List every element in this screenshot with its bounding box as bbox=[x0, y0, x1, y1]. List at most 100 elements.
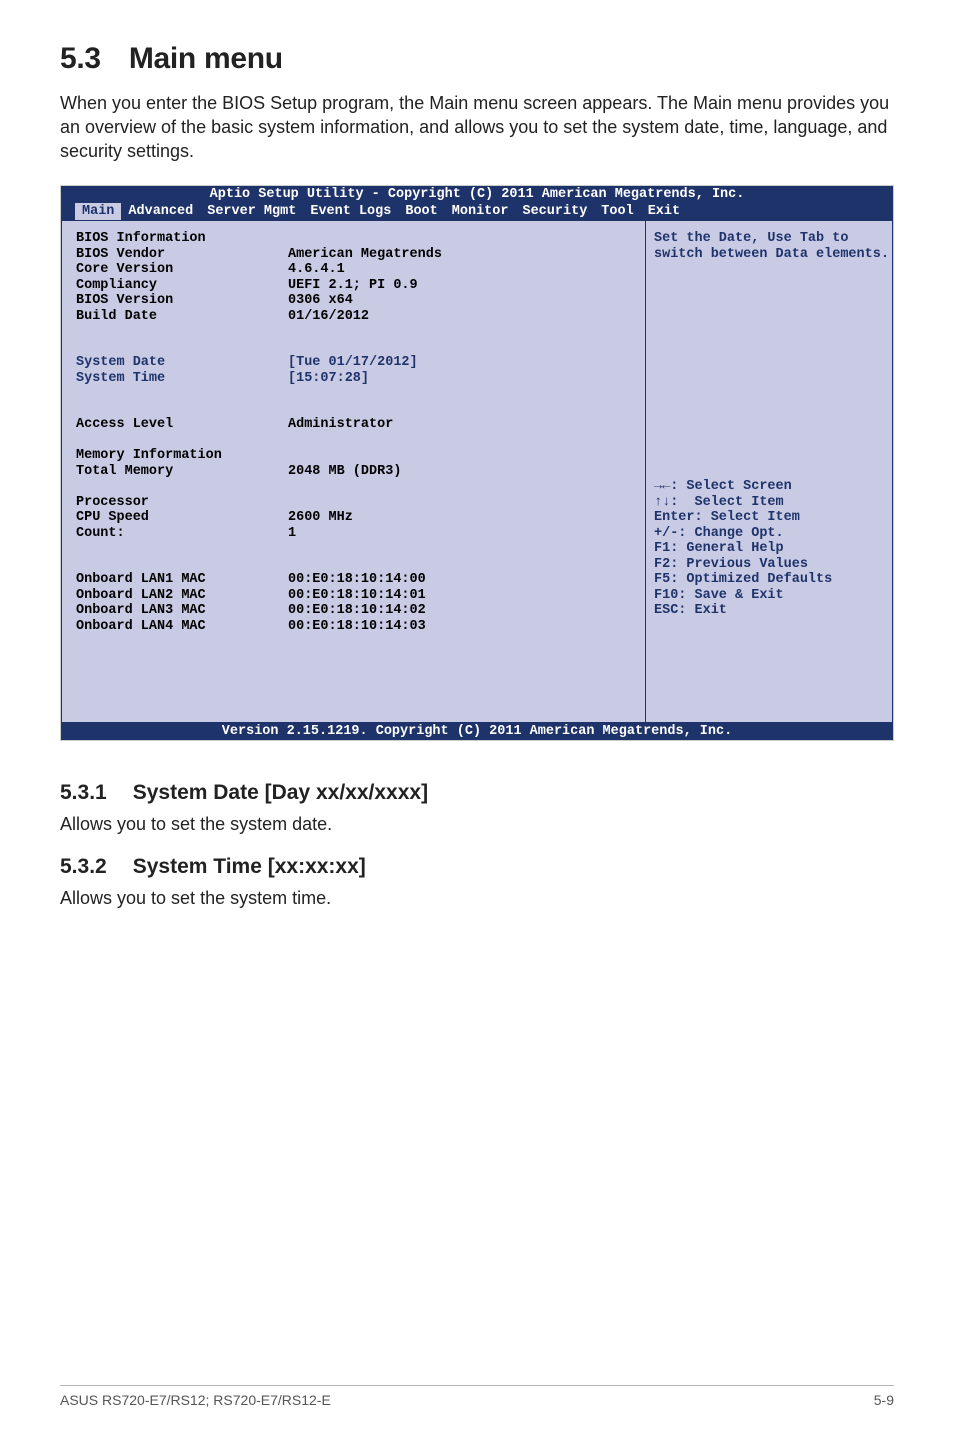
bios-value-row bbox=[288, 696, 635, 712]
bios-label-row bbox=[76, 479, 288, 495]
menu-item-advanced[interactable]: Advanced bbox=[121, 203, 200, 220]
menu-item-exit[interactable]: Exit bbox=[641, 203, 687, 220]
bios-label-row: Access Level bbox=[76, 417, 288, 433]
bios-value-row: 0306 x64 bbox=[288, 293, 635, 309]
subsection-number-2: 5.3.2 bbox=[60, 855, 107, 878]
bios-spacer bbox=[654, 278, 884, 294]
bios-label-row bbox=[76, 402, 288, 418]
bios-label-row: CPU Speed bbox=[76, 510, 288, 526]
bios-value-row: Administrator bbox=[288, 417, 635, 433]
bios-value-row: 00:E0:18:10:14:01 bbox=[288, 588, 635, 604]
bios-help-line: Set the Date, Use Tab to bbox=[654, 231, 884, 247]
bios-spacer bbox=[654, 433, 884, 449]
bios-spacer bbox=[654, 371, 884, 387]
menu-item-main[interactable]: Main bbox=[75, 203, 121, 220]
section-heading: 5.3Main menu bbox=[60, 42, 894, 76]
bios-value-row: 00:E0:18:10:14:00 bbox=[288, 572, 635, 588]
bios-label-row bbox=[76, 557, 288, 573]
bios-value-row: 00:E0:18:10:14:02 bbox=[288, 603, 635, 619]
bios-spacer bbox=[654, 293, 884, 309]
bios-value-row: 01/16/2012 bbox=[288, 309, 635, 325]
bios-label-row bbox=[76, 340, 288, 356]
bios-label-row bbox=[76, 634, 288, 650]
menu-item-security[interactable]: Security bbox=[515, 203, 594, 220]
bios-value-row bbox=[288, 665, 635, 681]
menu-item-tool[interactable]: Tool bbox=[594, 203, 640, 220]
bios-value-row bbox=[288, 634, 635, 650]
subsection-text-1: Allows you to set the system date. bbox=[60, 813, 894, 837]
bios-label-row: Memory Information bbox=[76, 448, 288, 464]
menu-item-server-mgmt[interactable]: Server Mgmt bbox=[200, 203, 303, 220]
bios-label-row: Total Memory bbox=[76, 464, 288, 480]
bios-label-row: Onboard LAN2 MAC bbox=[76, 588, 288, 604]
bios-label-row: Onboard LAN4 MAC bbox=[76, 619, 288, 635]
bios-value-row[interactable]: [15:07:28] bbox=[288, 371, 635, 387]
bios-value-row bbox=[288, 557, 635, 573]
menu-lead-space bbox=[61, 203, 75, 220]
bios-keyhelp-line: ESC: Exit bbox=[654, 603, 884, 619]
bios-value-row: 00:E0:18:10:14:03 bbox=[288, 619, 635, 635]
subsection-text-2: Allows you to set the system time. bbox=[60, 887, 894, 911]
bios-label-row bbox=[76, 541, 288, 557]
bios-label-row: Processor bbox=[76, 495, 288, 511]
bios-label-row: Build Date bbox=[76, 309, 288, 325]
bios-value-row bbox=[288, 650, 635, 666]
bios-label-row bbox=[76, 681, 288, 697]
footer-right: 5-9 bbox=[874, 1392, 894, 1408]
bios-value-row bbox=[288, 340, 635, 356]
bios-label-row bbox=[76, 696, 288, 712]
bios-label-row: Onboard LAN3 MAC bbox=[76, 603, 288, 619]
bios-value-row bbox=[288, 541, 635, 557]
bios-value-row bbox=[288, 681, 635, 697]
bios-keyhelp-line: +/-: Change Opt. bbox=[654, 526, 884, 542]
bios-value-row bbox=[288, 324, 635, 340]
bios-label-row: Onboard LAN1 MAC bbox=[76, 572, 288, 588]
bios-value-row: 2048 MB (DDR3) bbox=[288, 464, 635, 480]
bios-spacer bbox=[654, 355, 884, 371]
bios-keyhelp-line: ↑↓: Select Item bbox=[654, 495, 884, 511]
bios-value-row bbox=[288, 495, 635, 511]
bios-spacer bbox=[654, 309, 884, 325]
bios-spacer bbox=[654, 402, 884, 418]
bios-keyhelp-line: F1: General Help bbox=[654, 541, 884, 557]
bios-label-row bbox=[76, 386, 288, 402]
menu-item-boot[interactable]: Boot bbox=[398, 203, 444, 220]
bios-value-row: UEFI 2.1; PI 0.9 bbox=[288, 278, 635, 294]
bios-titlebar: Aptio Setup Utility - Copyright (C) 2011… bbox=[61, 186, 893, 203]
bios-spacer bbox=[654, 464, 884, 480]
bios-label-row: Compliancy bbox=[76, 278, 288, 294]
subsection-heading-1: 5.3.1 System Date [Day xx/xx/xxxx] bbox=[60, 781, 894, 805]
bios-label-row bbox=[76, 650, 288, 666]
bios-spacer bbox=[654, 340, 884, 356]
intro-text: When you enter the BIOS Setup program, t… bbox=[60, 92, 894, 163]
bios-label-row bbox=[76, 665, 288, 681]
bios-value-row bbox=[288, 433, 635, 449]
footer-left: ASUS RS720-E7/RS12; RS720-E7/RS12-E bbox=[60, 1392, 331, 1408]
bios-value-row bbox=[288, 479, 635, 495]
bios-value-row[interactable]: [Tue 01/17/2012] bbox=[288, 355, 635, 371]
bios-spacer bbox=[654, 386, 884, 402]
bios-right-pane: Set the Date, Use Tab toswitch between D… bbox=[645, 220, 893, 723]
bios-label-row: System Date bbox=[76, 355, 288, 371]
bios-value-row bbox=[288, 386, 635, 402]
bios-keyhelp-line: F10: Save & Exit bbox=[654, 588, 884, 604]
bios-value-row: 4.6.4.1 bbox=[288, 262, 635, 278]
bios-value-row: 2600 MHz bbox=[288, 510, 635, 526]
bios-keyhelp-line: F5: Optimized Defaults bbox=[654, 572, 884, 588]
bios-keyhelp-line: →←: Select Screen bbox=[654, 479, 884, 495]
bios-label-row: BIOS Version bbox=[76, 293, 288, 309]
bios-keyhelp-line: F2: Previous Values bbox=[654, 557, 884, 573]
bios-value-row bbox=[288, 448, 635, 464]
bios-label-row: BIOS Information bbox=[76, 231, 288, 247]
menu-item-monitor[interactable]: Monitor bbox=[445, 203, 516, 220]
bios-left-pane: BIOS InformationBIOS VendorCore VersionC… bbox=[61, 220, 645, 723]
subsection-title-2: System Time [xx:xx:xx] bbox=[133, 855, 366, 878]
bios-screenshot: Aptio Setup Utility - Copyright (C) 2011… bbox=[60, 185, 894, 741]
bios-label-row: Core Version bbox=[76, 262, 288, 278]
section-number: 5.3 bbox=[60, 42, 101, 75]
subsection-title-1: System Date [Day xx/xx/xxxx] bbox=[133, 781, 428, 804]
subsection-number-1: 5.3.1 bbox=[60, 781, 107, 804]
bios-help-line: switch between Data elements. bbox=[654, 247, 884, 263]
menu-item-event-logs[interactable]: Event Logs bbox=[303, 203, 398, 220]
bios-header: Aptio Setup Utility - Copyright (C) 2011… bbox=[61, 186, 893, 220]
